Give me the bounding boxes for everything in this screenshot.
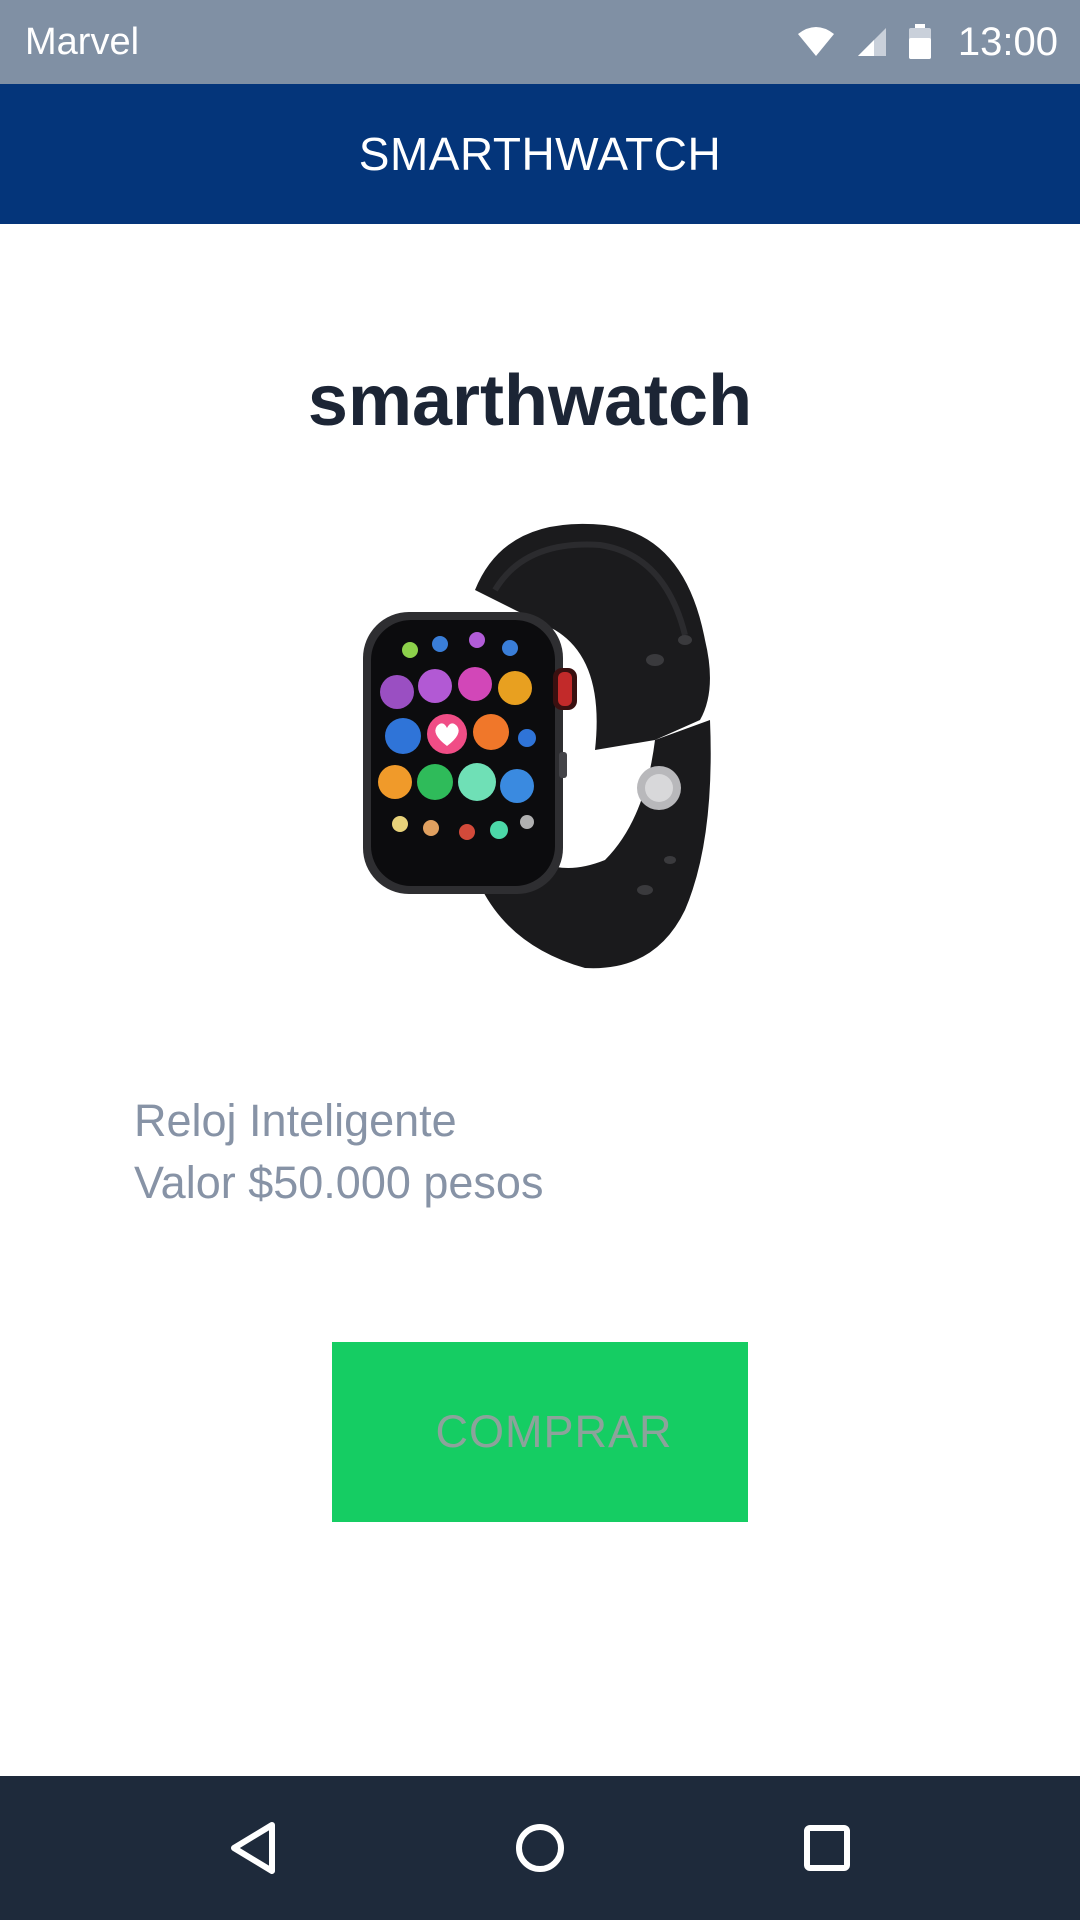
product-title: smarthwatch bbox=[307, 361, 753, 441]
product-price: Valor $50.000 pesos bbox=[134, 1157, 544, 1208]
navigation-bar bbox=[0, 1776, 1080, 1920]
back-icon[interactable] bbox=[203, 1798, 303, 1898]
status-app-name: Marvel bbox=[25, 20, 140, 63]
status-bar: Marvel 13:00 bbox=[0, 0, 1080, 84]
smartwatch-image bbox=[355, 520, 725, 970]
app-bar-title: SMARTHWATCH bbox=[358, 128, 722, 180]
wifi-icon bbox=[796, 26, 836, 58]
status-time: 13:00 bbox=[957, 19, 1058, 64]
app-bar: SMARTHWATCH bbox=[0, 84, 1080, 224]
status-indicators: 13:00 bbox=[776, 20, 1058, 65]
battery-icon bbox=[908, 24, 932, 60]
signal-icon bbox=[856, 26, 888, 58]
home-icon[interactable] bbox=[490, 1798, 590, 1898]
recents-icon[interactable] bbox=[777, 1798, 877, 1898]
buy-button[interactable]: COMPRAR bbox=[332, 1342, 748, 1522]
product-description: Reloj Inteligente Valor $50.000 pesos bbox=[134, 1090, 543, 1214]
product-screen: Marvel 13:00 SMARTHWATCH smarthwatch Rel… bbox=[0, 0, 1080, 1920]
buy-button-label: COMPRAR bbox=[435, 1406, 673, 1457]
product-description-line1: Reloj Inteligente bbox=[134, 1095, 457, 1146]
